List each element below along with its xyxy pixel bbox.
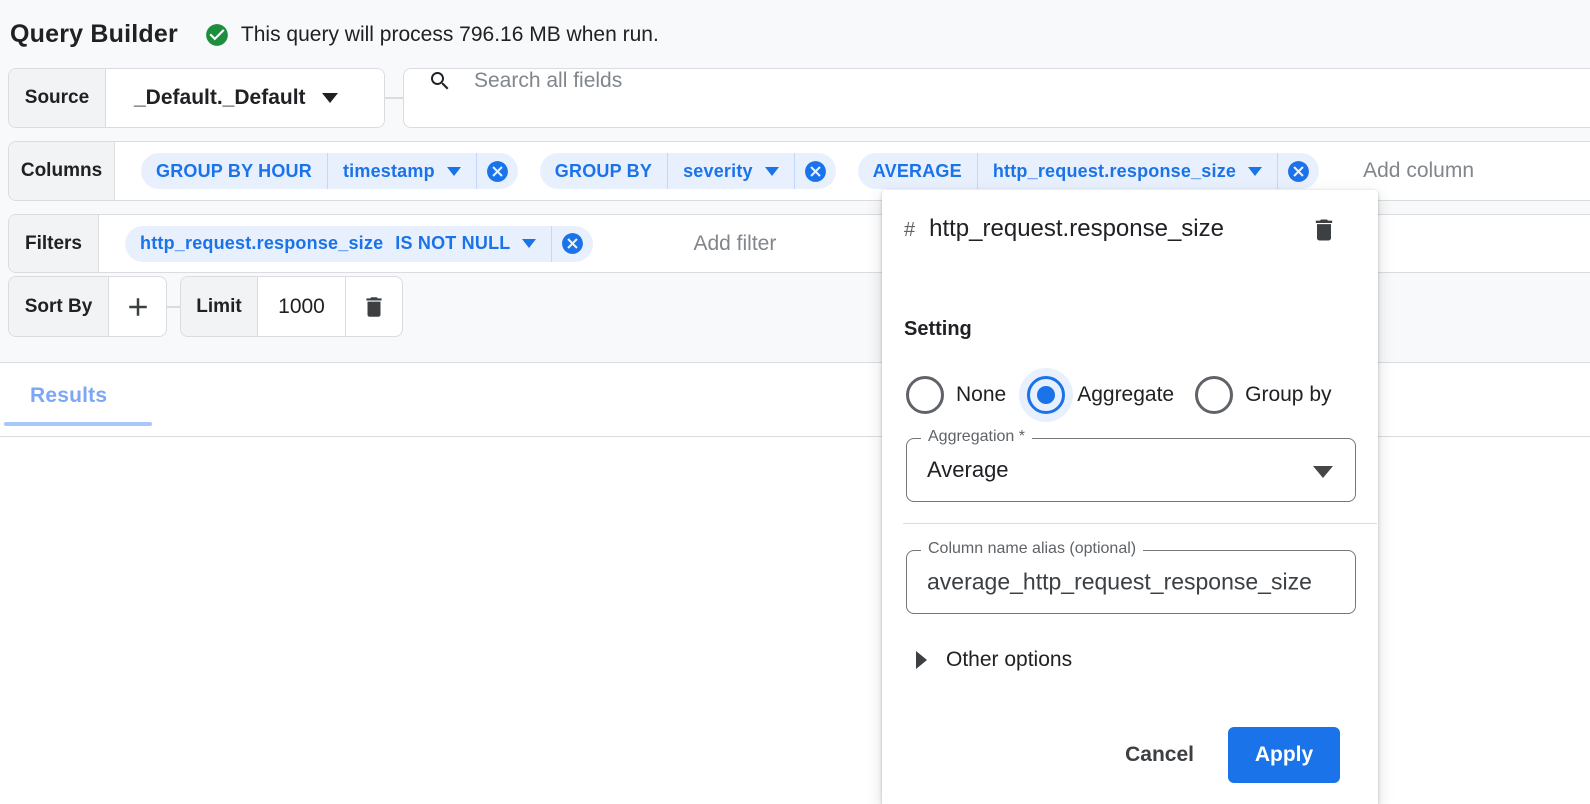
numeric-type-icon: # xyxy=(904,219,915,241)
add-column-field[interactable]: Add column xyxy=(1363,159,1474,183)
chip-field-name: severity xyxy=(683,161,753,182)
chip-divider xyxy=(1277,153,1278,189)
chip-field-name: http_request.response_size xyxy=(140,233,383,254)
chip-filter-segment[interactable]: http_request.response_size IS NOT NULL xyxy=(125,233,551,254)
cancel-icon xyxy=(485,159,510,184)
dropdown-arrow-icon xyxy=(1313,466,1333,478)
column-chip-response-size[interactable]: AVERAGE http_request.response_size xyxy=(858,153,1319,189)
chip-field-name: timestamp xyxy=(343,161,435,182)
column-chips: GROUP BY HOUR timestamp GROUP BY xyxy=(141,153,1474,189)
chip-field-segment[interactable]: severity xyxy=(668,161,794,182)
trash-icon xyxy=(1310,216,1338,244)
popup-actions: Cancel Apply xyxy=(1115,727,1340,783)
column-chip-timestamp[interactable]: GROUP BY HOUR timestamp xyxy=(141,153,518,189)
delete-limit-button[interactable] xyxy=(346,277,402,336)
query-builder-page: Query Builder This query will process 79… xyxy=(0,0,1590,804)
remove-column-button[interactable] xyxy=(803,159,828,184)
header: Query Builder This query will process 79… xyxy=(10,20,659,49)
source-dropdown[interactable]: _Default._Default xyxy=(106,69,384,127)
limit-row: Limit 1000 xyxy=(180,276,403,337)
add-filter-field[interactable]: Add filter xyxy=(693,232,776,256)
radio-unchecked-icon xyxy=(1195,376,1233,414)
tab-results[interactable]: Results xyxy=(30,384,107,408)
connector-line xyxy=(167,306,180,308)
aggregation-select-label: Aggregation * xyxy=(921,428,1032,446)
delete-column-button[interactable] xyxy=(1310,216,1338,244)
column-alias-value: average_http_request_response_size xyxy=(927,569,1351,596)
sort-by-row: Sort By xyxy=(8,276,167,337)
cancel-icon xyxy=(1286,159,1311,184)
filter-chip-response-size[interactable]: http_request.response_size IS NOT NULL xyxy=(125,226,593,262)
chip-field-segment[interactable]: http_request.response_size xyxy=(978,161,1277,182)
column-settings-popup: # http_request.response_size Setting None… xyxy=(882,190,1378,804)
plus-icon xyxy=(123,292,153,322)
chip-divider xyxy=(551,226,552,262)
chip-aggregation-segment[interactable]: AVERAGE xyxy=(858,161,977,182)
source-value: _Default._Default xyxy=(134,86,306,110)
column-alias-input[interactable]: Column name alias (optional) average_htt… xyxy=(906,550,1356,614)
chevron-down-icon xyxy=(1248,167,1262,176)
radio-option-group-by[interactable]: Group by xyxy=(1195,376,1331,414)
search-placeholder: Search all fields xyxy=(474,69,622,127)
chevron-down-icon xyxy=(322,93,338,103)
chip-aggregation-segment[interactable]: GROUP BY HOUR xyxy=(141,161,327,182)
page-title: Query Builder xyxy=(10,20,178,49)
radio-label: None xyxy=(956,383,1006,407)
limit-value-field[interactable]: 1000 xyxy=(258,277,346,336)
tab-results-underline xyxy=(4,422,152,426)
connector-line xyxy=(385,97,403,99)
search-icon xyxy=(428,69,452,93)
aggregation-select[interactable]: Aggregation * Average xyxy=(906,438,1356,502)
disclosure-triangle-icon xyxy=(916,651,927,669)
aggregation-select-value: Average xyxy=(927,457,1309,483)
remove-column-button[interactable] xyxy=(1286,159,1311,184)
setting-radio-group: None Aggregate Group by xyxy=(906,376,1332,414)
radio-unchecked-icon xyxy=(906,376,944,414)
chevron-down-icon xyxy=(765,167,779,176)
source-label: Source xyxy=(9,69,106,127)
popup-title: # http_request.response_size xyxy=(904,208,1252,251)
radio-label: Aggregate xyxy=(1077,383,1174,407)
radio-option-none[interactable]: None xyxy=(906,376,1006,414)
filters-label: Filters xyxy=(9,215,99,272)
radio-label: Group by xyxy=(1245,383,1331,407)
other-options-expander[interactable]: Other options xyxy=(916,648,1072,672)
other-options-label: Other options xyxy=(946,648,1072,672)
column-chip-severity[interactable]: GROUP BY severity xyxy=(540,153,836,189)
search-field[interactable]: Search all fields xyxy=(403,68,1590,128)
chevron-down-icon xyxy=(447,167,461,176)
chip-operator: IS NOT NULL xyxy=(395,233,510,254)
radio-checked-icon xyxy=(1027,376,1065,414)
setting-heading: Setting xyxy=(904,318,972,341)
chevron-down-icon xyxy=(522,239,536,248)
radio-option-aggregate[interactable]: Aggregate xyxy=(1027,376,1174,414)
add-sort-button[interactable] xyxy=(109,277,166,336)
popup-field-name: http_request.response_size xyxy=(929,215,1224,242)
popup-divider xyxy=(903,523,1377,524)
trash-icon xyxy=(361,294,387,320)
chip-divider xyxy=(794,153,795,189)
chip-divider xyxy=(476,153,477,189)
limit-label: Limit xyxy=(181,277,258,336)
sort-by-label: Sort By xyxy=(9,277,109,336)
column-alias-label: Column name alias (optional) xyxy=(921,540,1143,558)
filter-chips: http_request.response_size IS NOT NULL A… xyxy=(125,226,776,262)
chip-field-name: http_request.response_size xyxy=(993,161,1236,182)
cancel-button[interactable]: Cancel xyxy=(1115,729,1204,781)
remove-filter-button[interactable] xyxy=(560,231,585,256)
cancel-icon xyxy=(803,159,828,184)
cancel-icon xyxy=(560,231,585,256)
check-circle-icon xyxy=(204,22,230,48)
chip-field-segment[interactable]: timestamp xyxy=(328,161,476,182)
remove-column-button[interactable] xyxy=(485,159,510,184)
source-row: Source _Default._Default xyxy=(8,68,385,128)
columns-label: Columns xyxy=(9,142,115,200)
apply-button[interactable]: Apply xyxy=(1228,727,1340,783)
query-cost-status: This query will process 796.16 MB when r… xyxy=(241,23,659,47)
chip-aggregation-segment[interactable]: GROUP BY xyxy=(540,161,667,182)
